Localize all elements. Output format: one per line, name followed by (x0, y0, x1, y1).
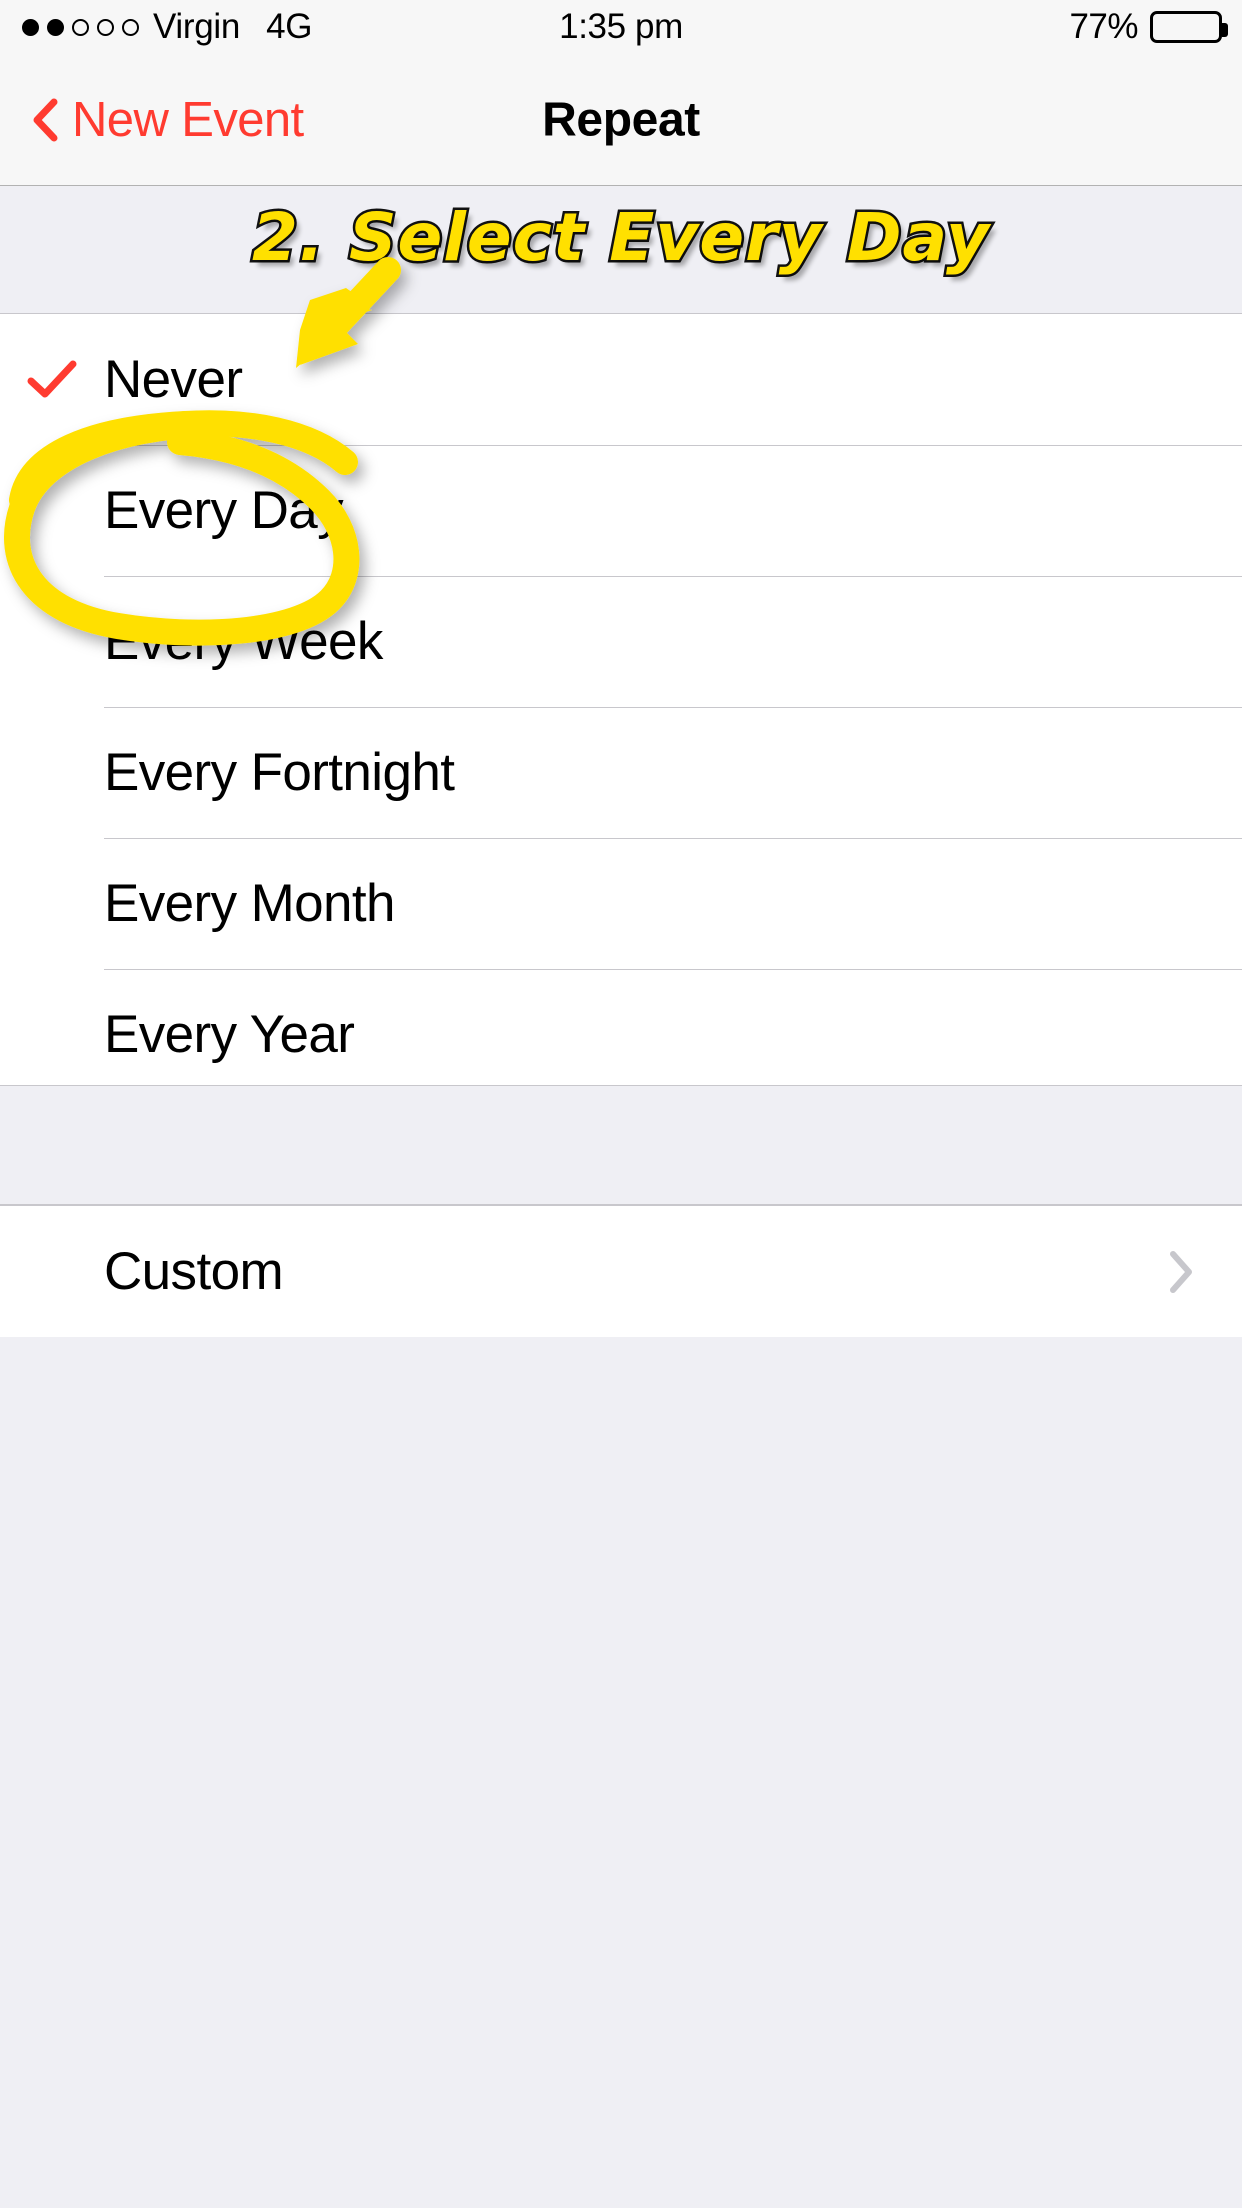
list-row-every-year[interactable]: Every Year (0, 969, 1242, 1100)
phone-screen: Virgin 4G 1:35 pm 77% New Event Repeat 2… (0, 0, 1242, 2208)
list-row-every-month[interactable]: Every Month (0, 838, 1242, 969)
battery-icon (1150, 11, 1228, 43)
empty-area (0, 1337, 1242, 2208)
row-label: Every Year (104, 1005, 355, 1064)
repeat-options-list: Never Every Day Every Week Every Fortnight E… (0, 313, 1242, 1101)
list-row-every-week[interactable]: Every Week (0, 576, 1242, 707)
row-label: Every Fortnight (104, 743, 455, 802)
row-label: Every Day (104, 481, 344, 540)
status-bar-right: 77% (1069, 7, 1228, 47)
annotation-caption: 2. Select Every Day (249, 197, 991, 279)
chevron-right-icon (1170, 1250, 1192, 1293)
list-row-every-day[interactable]: Every Day (0, 445, 1242, 576)
status-bar-clock: 1:35 pm (559, 7, 683, 46)
status-bar: Virgin 4G 1:35 pm 77% (0, 0, 1242, 54)
row-label: Custom (104, 1242, 284, 1301)
list-row-never[interactable]: Never (0, 314, 1242, 445)
custom-section-list: Custom (0, 1205, 1242, 1338)
navigation-bar: New Event Repeat (0, 54, 1242, 186)
list-row-custom[interactable]: Custom (0, 1206, 1242, 1337)
battery-percent-label: 77% (1069, 7, 1138, 46)
row-label: Never (104, 350, 243, 409)
section-separator (0, 1085, 1242, 1205)
list-row-every-fortnight[interactable]: Every Fortnight (0, 707, 1242, 838)
row-checkmark-slot (0, 359, 104, 401)
row-label: Every Month (104, 874, 396, 933)
annotation-banner: 2. Select Every Day (0, 187, 1242, 313)
page-title: Repeat (542, 93, 700, 146)
checkmark-icon (27, 360, 77, 397)
row-label: Every Week (104, 612, 383, 671)
